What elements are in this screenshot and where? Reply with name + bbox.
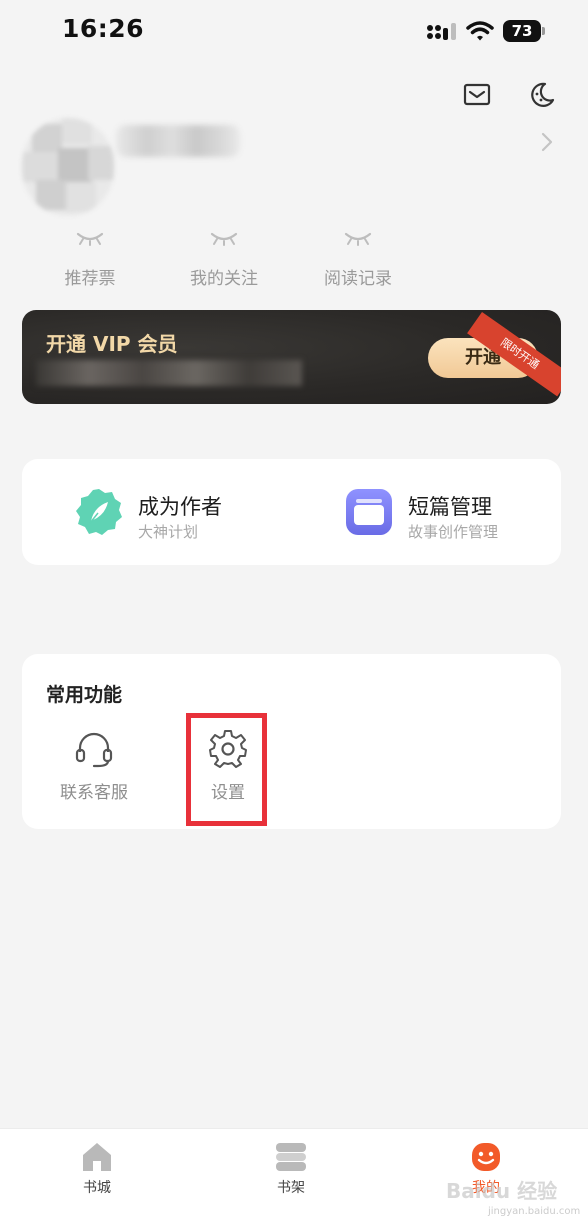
username	[116, 125, 240, 157]
closed-eye-icon	[210, 232, 238, 246]
smile-icon	[472, 1143, 500, 1171]
home-icon	[83, 1143, 111, 1171]
vip-title: 开通 VIP 会员	[46, 332, 178, 356]
signal-icon	[427, 23, 456, 40]
watermark-url: jingyan.baidu.com	[488, 1206, 581, 1217]
tab-label: 书架	[277, 1180, 305, 1196]
watermark: Baidu 经验	[446, 1179, 558, 1203]
stat-label: 推荐票	[64, 269, 116, 289]
bottom-tab-bar: 书城 书架 我的 Baidu 经验 jingyan.baidu.com	[0, 1128, 588, 1229]
tab-bookstore[interactable]: 书城	[49, 1141, 145, 1197]
mail-icon[interactable]	[462, 80, 492, 110]
feature-subtitle: 故事创作管理	[408, 523, 499, 541]
closed-eye-icon	[76, 232, 104, 246]
status-time: 16:26	[62, 14, 145, 43]
closed-eye-icon	[344, 232, 372, 246]
vip-card[interactable]: 开通 VIP 会员 开通 限时开通	[22, 310, 561, 404]
stat-my-follows[interactable]: 我的关注	[169, 232, 279, 289]
feature-title: 短篇管理	[408, 495, 492, 519]
vip-description	[36, 360, 302, 386]
folder-icon	[346, 489, 392, 535]
tab-bookshelf[interactable]: 书架	[243, 1141, 339, 1197]
feature-subtitle: 大神计划	[138, 523, 199, 541]
stat-label: 我的关注	[190, 269, 258, 289]
status-bar: 16:26 73	[0, 0, 588, 62]
stat-recommend-tickets[interactable]: 推荐票	[35, 232, 145, 289]
short-story-management-entry[interactable]: 短篇管理 故事创作管理	[332, 479, 552, 545]
wifi-icon	[466, 21, 494, 41]
tab-label: 书城	[83, 1180, 111, 1196]
moon-icon[interactable]	[526, 80, 556, 110]
features-card: 成为作者 大神计划 短篇管理 故事创作管理	[22, 459, 561, 565]
section-title: 常用功能	[46, 684, 123, 706]
become-author-entry[interactable]: 成为作者 大神计划	[62, 479, 292, 545]
avatar[interactable]	[22, 118, 114, 216]
headset-icon	[75, 732, 113, 768]
battery-indicator: 73	[503, 20, 541, 42]
highlight-box	[186, 713, 267, 826]
contact-support-button[interactable]: 联系客服	[44, 730, 144, 803]
stat-label: 阅读记录	[324, 269, 392, 289]
stat-reading-history[interactable]: 阅读记录	[303, 232, 413, 289]
feature-title: 成为作者	[138, 495, 222, 519]
chevron-right-icon[interactable]	[540, 132, 554, 152]
tool-label: 联系客服	[60, 783, 128, 803]
feather-icon	[76, 489, 122, 535]
common-functions-card: 常用功能 联系客服 设置	[22, 654, 561, 829]
bookshelf-icon	[276, 1143, 306, 1171]
battery-cap	[542, 27, 545, 35]
